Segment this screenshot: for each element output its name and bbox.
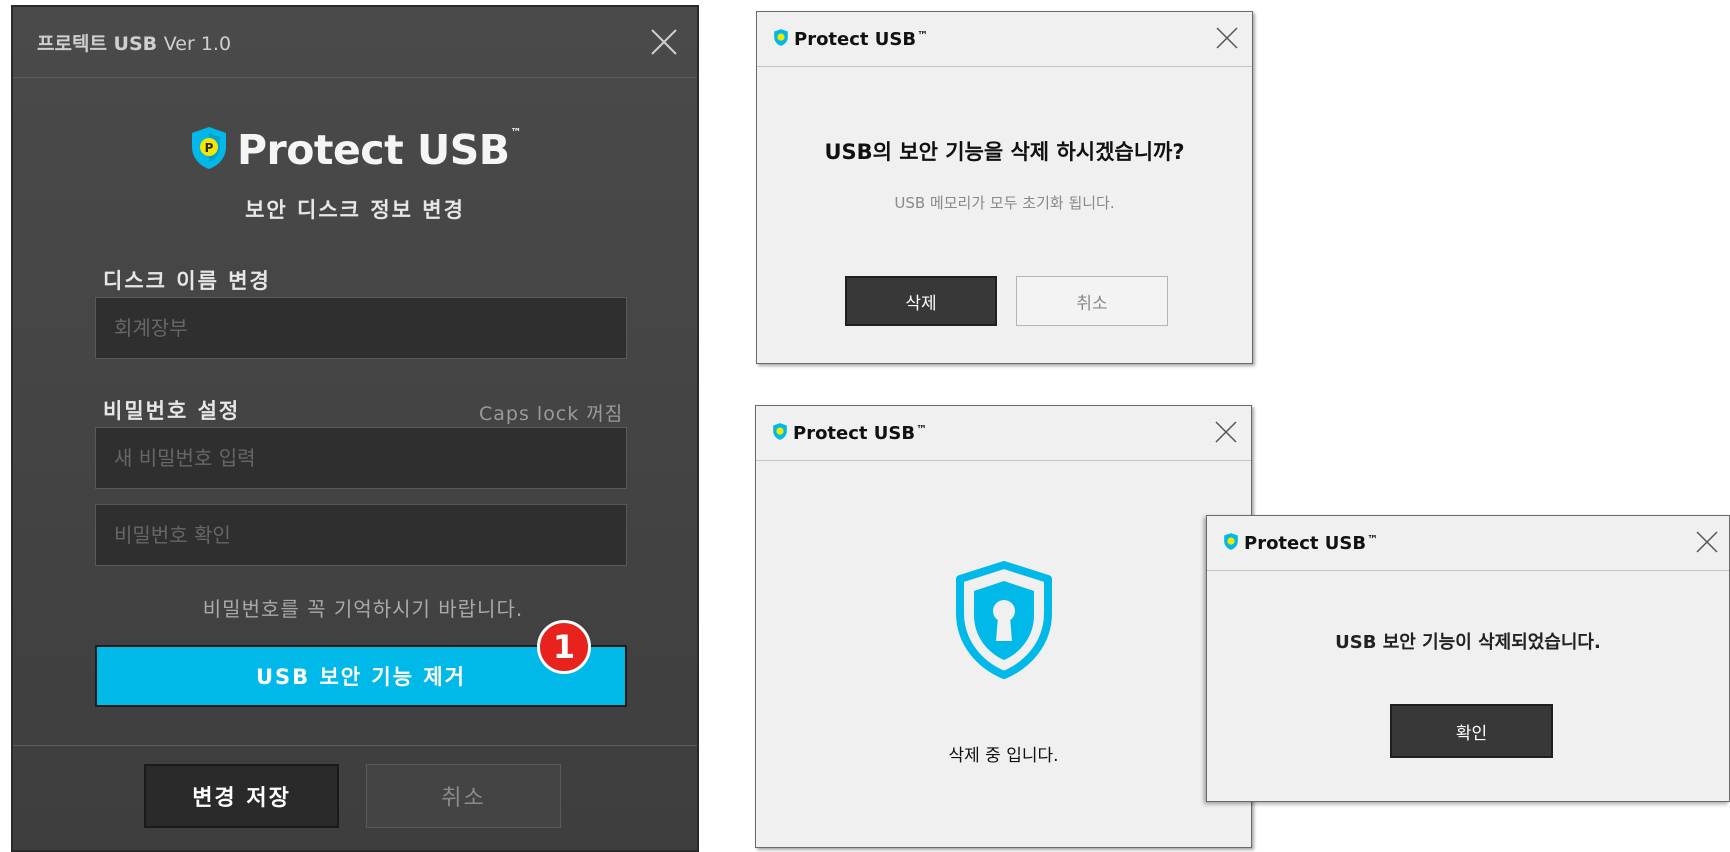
brand-name: Protect USB: [236, 126, 510, 174]
shield-logo-icon: [773, 28, 789, 51]
password-label: 비밀번호 설정: [103, 399, 241, 423]
ok-button[interactable]: 확인: [1390, 704, 1553, 758]
shield-logo-icon: [1223, 532, 1239, 555]
close-icon[interactable]: [1215, 26, 1239, 50]
capslock-status: Caps lock 꺼짐: [479, 403, 624, 425]
brand-logo: P Protect USB™: [13, 125, 697, 175]
svg-text:P: P: [205, 141, 214, 155]
dialog-titlebar: Protect USB™: [1207, 516, 1729, 571]
dialog-brand: Protect USB™: [773, 28, 928, 51]
step-badge: 1: [537, 620, 591, 674]
dialog-brand-name: Protect USB: [1244, 533, 1367, 554]
window-title-version: Ver 1.0: [163, 33, 232, 55]
dialog-brand: Protect USB™: [1223, 532, 1378, 555]
trademark-mark: ™: [917, 29, 929, 42]
confirm-password-field[interactable]: [95, 504, 627, 566]
main-window: 프로텍트 USB Ver 1.0 P Protect USB™ 보안 디스크 정…: [11, 5, 699, 852]
password-hint: 비밀번호를 꼭 기억하시기 바랍니다.: [202, 597, 524, 621]
cancel-button[interactable]: 취소: [366, 764, 561, 828]
divider: [13, 745, 697, 746]
done-dialog: Protect USB™ USB 보안 기능이 삭제되었습니다. 확인: [1206, 515, 1730, 802]
shield-logo-icon: P: [189, 125, 229, 175]
dialog-brand: Protect USB™: [772, 422, 927, 445]
trademark-mark: ™: [916, 423, 928, 436]
main-titlebar: 프로텍트 USB Ver 1.0: [13, 7, 697, 78]
new-password-field[interactable]: [95, 427, 627, 489]
close-icon[interactable]: [649, 27, 679, 57]
cancel-button[interactable]: 취소: [1016, 276, 1168, 326]
progress-status: 삭제 중 입니다.: [948, 746, 1059, 766]
disk-name-field[interactable]: [95, 297, 627, 359]
trademark-mark: ™: [1367, 533, 1379, 546]
window-title: 프로텍트 USB Ver 1.0: [37, 29, 231, 56]
dialog-brand-name: Protect USB: [794, 29, 917, 50]
disk-name-label: 디스크 이름 변경: [103, 269, 271, 293]
done-message: USB 보안 기능이 삭제되었습니다.: [1335, 632, 1601, 653]
shield-keyhole-icon: [954, 561, 1054, 681]
confirm-dialog: Protect USB™ USB의 보안 기능을 삭제 하시겠습니까? USB …: [756, 11, 1253, 364]
close-icon[interactable]: [1214, 420, 1238, 444]
shield-logo-icon: [772, 422, 788, 445]
close-icon[interactable]: [1695, 530, 1719, 554]
confirm-warning: USB 메모리가 모두 초기화 됩니다.: [894, 194, 1115, 212]
trademark-mark: ™: [510, 126, 522, 139]
confirm-question: USB의 보안 기능을 삭제 하시겠습니까?: [824, 140, 1185, 164]
window-title-name: 프로텍트 USB: [37, 33, 158, 55]
dialog-titlebar: Protect USB™: [756, 406, 1251, 461]
save-button[interactable]: 변경 저장: [144, 764, 339, 828]
delete-button[interactable]: 삭제: [845, 276, 997, 326]
dialog-brand-name: Protect USB: [793, 423, 916, 444]
progress-dialog: Protect USB™ 삭제 중 입니다.: [755, 405, 1252, 848]
page-subtitle: 보안 디스크 정보 변경: [245, 198, 465, 222]
dialog-titlebar: Protect USB™: [757, 12, 1252, 67]
